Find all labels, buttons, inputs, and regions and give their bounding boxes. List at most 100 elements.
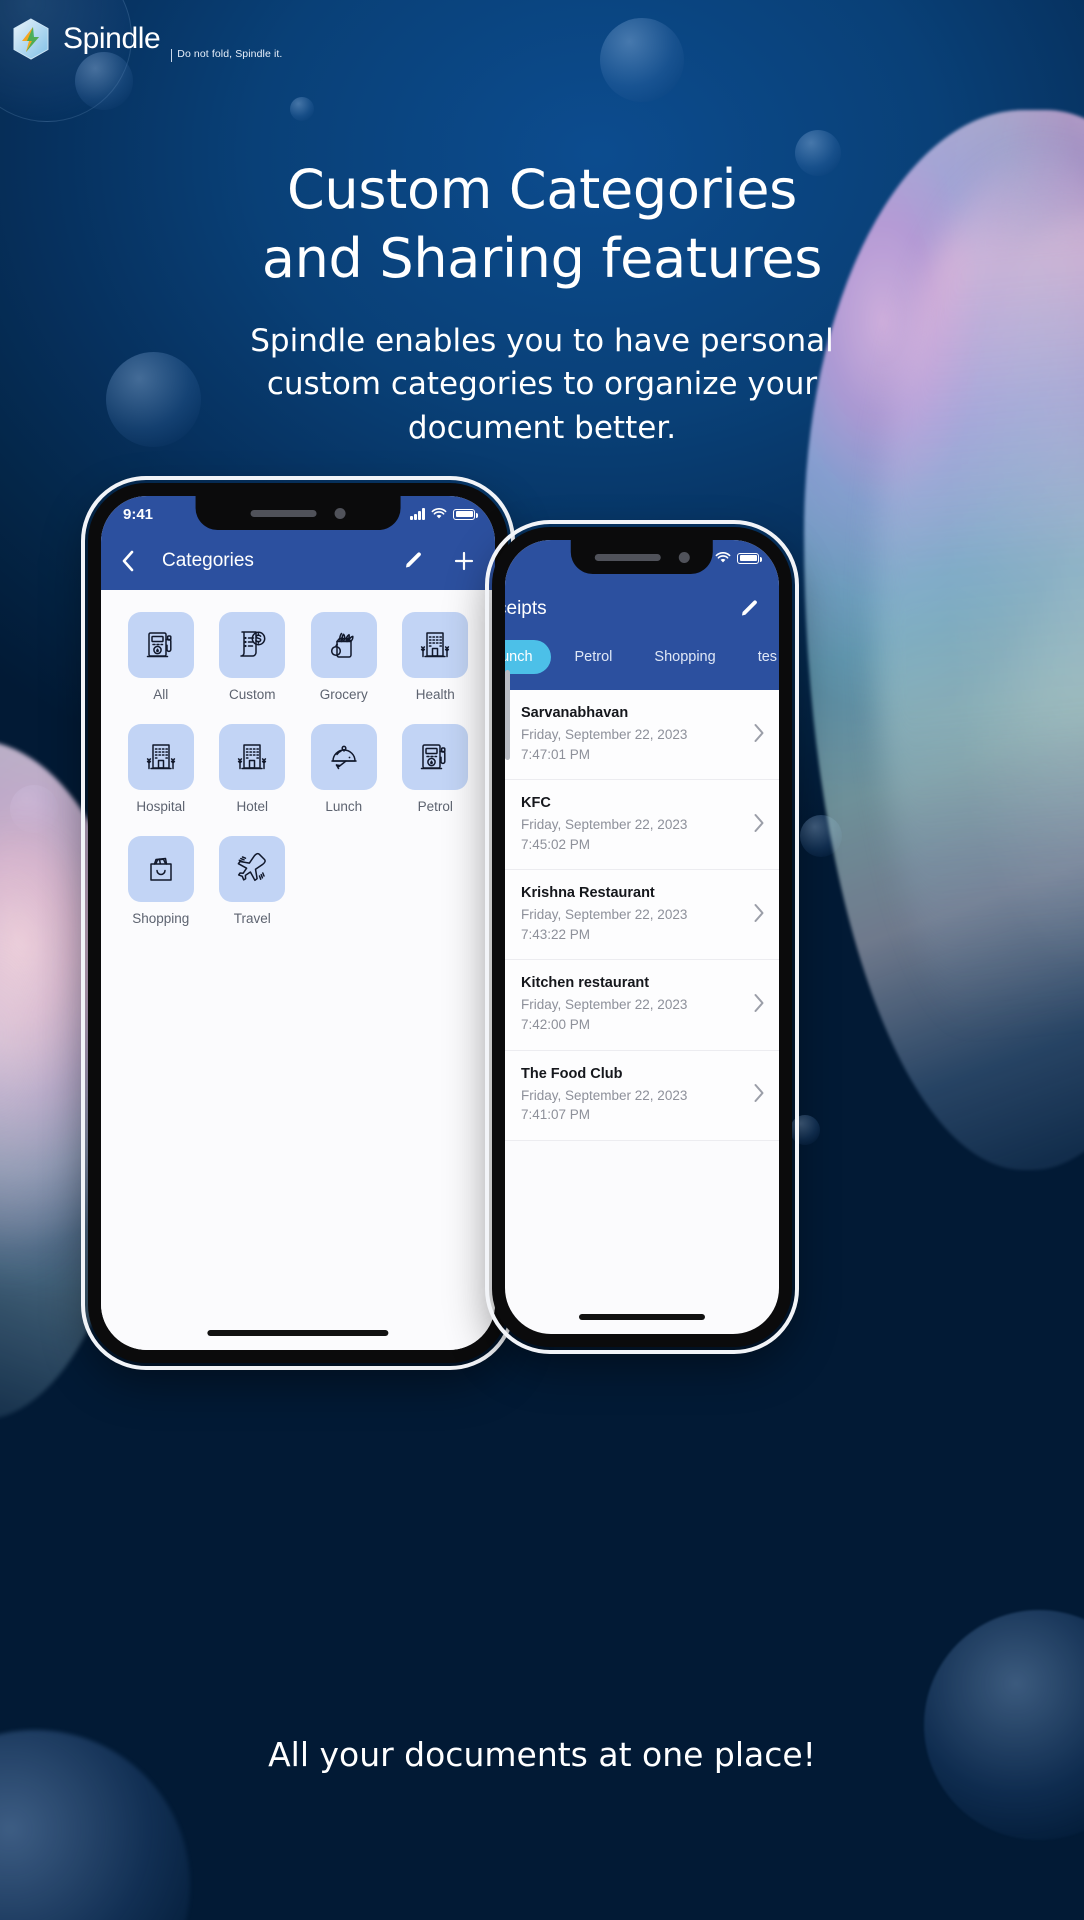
decorative-bubble-bottom-right bbox=[924, 1610, 1084, 1840]
receipt-time: 7:43:22 PM bbox=[521, 926, 591, 942]
receipt-row[interactable]: Krishna Restaurant Friday, September 22, … bbox=[505, 870, 779, 961]
home-indicator bbox=[578, 1314, 706, 1320]
chevron-right-icon[interactable] bbox=[753, 813, 765, 837]
receipt-row[interactable]: KFC Friday, September 22, 2023 7:45:02 PM bbox=[505, 780, 779, 871]
subhead-line-2: custom categories to organize your bbox=[266, 366, 818, 403]
chevron-right-icon[interactable] bbox=[753, 903, 765, 927]
cellular-bars-icon bbox=[410, 508, 425, 520]
earpiece-speaker bbox=[594, 553, 661, 561]
brand-lockup: Spindle Do not fold, Spindle it. bbox=[8, 16, 282, 62]
category-item-hotel[interactable]: Hotel bbox=[207, 724, 299, 814]
categories-grid: All Custom Grocery Health Hospital Hotel… bbox=[115, 612, 481, 926]
chevron-right-icon[interactable] bbox=[753, 723, 765, 747]
front-camera-icon bbox=[678, 551, 690, 563]
receipt-date: Friday, September 22, 2023 bbox=[521, 817, 688, 833]
receipt-info: The Food Club Friday, September 22, 2023 7… bbox=[521, 1066, 745, 1125]
receipt-info: KFC Friday, September 22, 2023 7:45:02 PM bbox=[521, 795, 745, 854]
pencil-icon[interactable] bbox=[403, 550, 425, 572]
receipt-merchant-name: Kitchen restaurant bbox=[521, 975, 650, 992]
category-item-lunch[interactable]: Lunch bbox=[298, 724, 390, 814]
category-label: All bbox=[153, 687, 169, 702]
home-indicator bbox=[207, 1330, 389, 1336]
category-label: Health bbox=[415, 687, 455, 702]
receipt-row[interactable]: The Food Club Friday, September 22, 2023 7… bbox=[505, 1051, 779, 1141]
category-label: Petrol bbox=[417, 799, 453, 814]
chevron-right-icon[interactable] bbox=[753, 993, 765, 1017]
fuel-pump-icon bbox=[402, 724, 469, 790]
category-item-grocery[interactable]: Grocery bbox=[298, 612, 390, 702]
status-time: 9:41 bbox=[123, 505, 154, 523]
tab-lunch[interactable]: Lunch bbox=[505, 640, 551, 674]
receipt-time: 7:42:00 PM bbox=[521, 1016, 591, 1032]
brand-name: Spindle bbox=[63, 22, 161, 55]
navigation-bar: Categories bbox=[101, 532, 495, 590]
receipt-merchant-name: Sarvanabhavan bbox=[521, 705, 629, 721]
receipt-merchant-name: Krishna Restaurant bbox=[521, 885, 655, 902]
front-camera-icon bbox=[334, 507, 346, 519]
page-subtitle: Spindle enables you to have personal cus… bbox=[0, 320, 1084, 450]
building-icon bbox=[219, 724, 286, 790]
receipts-list: Sarvanabhavan Friday, September 22, 2023 7… bbox=[505, 690, 779, 1141]
receipts-header: ceipts LunchPetrolShoppingtes bbox=[505, 576, 779, 690]
tab-tes[interactable]: tes bbox=[740, 640, 779, 674]
tab-shopping[interactable]: Shopping bbox=[636, 640, 733, 674]
receipt-merchant-name: The Food Club bbox=[521, 1065, 623, 1082]
battery-full-icon bbox=[737, 552, 762, 564]
receipt-date: Friday, September 22, 2023 bbox=[521, 727, 688, 742]
chevron-left-icon[interactable] bbox=[121, 550, 134, 572]
receipt-date: Friday, September 22, 2023 bbox=[521, 907, 688, 923]
category-item-travel[interactable]: Travel bbox=[207, 836, 299, 926]
category-item-petrol[interactable]: Petrol bbox=[390, 724, 482, 814]
receipt-row[interactable]: Sarvanabhavan Friday, September 22, 2023 7… bbox=[505, 690, 779, 781]
category-label: Grocery bbox=[319, 687, 368, 702]
categories-body: All Custom Grocery Health Hospital Hotel… bbox=[101, 590, 495, 1350]
phone-notch bbox=[570, 540, 714, 574]
receipt-dollar-icon bbox=[219, 612, 286, 678]
promo-poster: Spindle Do not fold, Spindle it. Custom … bbox=[0, 0, 1084, 1920]
page-title-receipts: ceipts bbox=[505, 598, 547, 619]
food-cloche-icon bbox=[310, 724, 377, 790]
receipt-info: Krishna Restaurant Friday, September 22, … bbox=[521, 885, 745, 944]
status-icons bbox=[410, 508, 478, 520]
category-label: Hospital bbox=[136, 799, 186, 814]
spindle-hex-bolt-icon bbox=[8, 16, 54, 62]
phone-notch bbox=[195, 496, 401, 530]
receipts-title-row: ceipts bbox=[505, 592, 779, 626]
phone-mockup-receipts: ceipts LunchPetrolShoppingtes Sarvanabha… bbox=[485, 520, 799, 1354]
category-label: Hotel bbox=[236, 799, 268, 814]
category-label: Travel bbox=[233, 911, 271, 926]
wifi-icon bbox=[715, 552, 731, 563]
receipts-tab-bar: LunchPetrolShoppingtes bbox=[505, 626, 779, 690]
phone-screen-categories: 9:41 Categories All Custom Grocery Healt… bbox=[101, 496, 495, 1350]
airplane-icon bbox=[219, 836, 286, 902]
battery-full-icon bbox=[453, 508, 478, 520]
category-item-hospital[interactable]: Hospital bbox=[115, 724, 207, 814]
receipt-merchant-name: KFC bbox=[521, 795, 551, 812]
receipt-time: 7:45:02 PM bbox=[521, 836, 591, 852]
receipt-date: Friday, September 22, 2023 bbox=[521, 1087, 688, 1103]
category-item-shopping[interactable]: Shopping bbox=[115, 836, 207, 926]
category-item-all[interactable]: All bbox=[115, 612, 207, 702]
decorative-bubble bbox=[790, 1115, 820, 1145]
chevron-right-icon[interactable] bbox=[753, 1083, 765, 1107]
category-label: Lunch bbox=[325, 799, 363, 814]
shopping-bag-icon bbox=[127, 836, 194, 902]
receipt-row[interactable]: Kitchen restaurant Friday, September 22, … bbox=[505, 960, 779, 1051]
subhead-line-3: document better. bbox=[407, 409, 677, 446]
receipt-date: Friday, September 22, 2023 bbox=[521, 997, 688, 1013]
plus-icon[interactable] bbox=[453, 550, 475, 572]
decorative-bubble bbox=[290, 97, 314, 121]
category-item-health[interactable]: Health bbox=[390, 612, 482, 702]
brand-tagline: Do not fold, Spindle it. bbox=[171, 48, 282, 62]
tab-petrol[interactable]: Petrol bbox=[557, 640, 631, 674]
decorative-bubble bbox=[600, 18, 684, 102]
footer-caption: All your documents at one place! bbox=[268, 1735, 816, 1774]
pencil-icon[interactable] bbox=[739, 598, 761, 620]
headline-line-2: and Sharing features bbox=[261, 227, 823, 291]
phone-mockup-categories: 9:41 Categories All Custom Grocery Healt… bbox=[81, 476, 515, 1370]
category-item-custom[interactable]: Custom bbox=[207, 612, 299, 702]
receipt-time: 7:47:01 PM bbox=[521, 746, 591, 762]
receipt-info: Kitchen restaurant Friday, September 22, … bbox=[521, 975, 745, 1034]
scroll-indicator[interactable] bbox=[505, 670, 510, 760]
wifi-icon bbox=[431, 508, 447, 519]
